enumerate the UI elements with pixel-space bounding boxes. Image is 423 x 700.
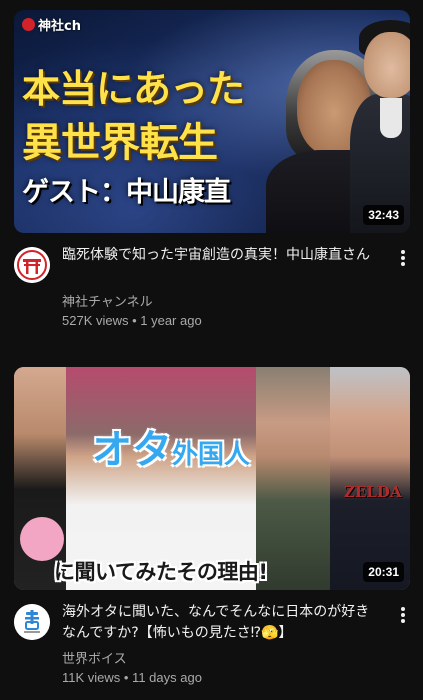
zelda-print: ZELDA [344,483,402,501]
video-feed: 神社ch 本当にあった 異世界転生 ゲスト：中山康直 32:43 臨死体験で知っ… [0,0,423,700]
video-card[interactable]: ZELDA オタ外国人 に聞いてみたその理由! 20:31 海外オタに聞いた、な… [0,367,423,690]
more-vert-icon[interactable] [397,247,409,269]
channel-avatar[interactable] [14,604,50,640]
video-meta: 海外オタに聞いた、なんでそんなに日本のが好きなんですか?【怖いもの見たさ⁉🫣】 … [0,590,423,690]
thumbnail-title-bottom: に聞いてみたその理由! [54,560,268,584]
thumbnail-title-top: オタ外国人 [92,417,250,475]
more-vert-icon[interactable] [397,604,409,626]
video-meta: 臨死体験で知った宇宙創造の真実！中山康直さん 神社チャンネル 527K view… [0,233,423,333]
brand-text: 神社ch [38,19,81,34]
host-shirt [380,98,402,138]
shrine-logo-icon [14,247,50,283]
menu-dot [401,607,405,611]
sekai-voice-logo-icon [14,604,50,640]
duration-badge: 32:43 [363,205,404,225]
channel-name[interactable]: 世界ボイス [62,648,127,667]
video-title[interactable]: 臨死体験で知った宇宙創造の真実！中山康直さん [62,245,380,266]
channel-brand-mark: 神社ch [22,15,81,34]
menu-dot [401,256,405,260]
shrine-logo-icon [22,18,35,31]
menu-dot [401,250,405,254]
channel-avatar[interactable] [14,247,50,283]
video-stats: 527K views • 1 year ago [62,313,202,328]
thumbnail-title-line-2: 異世界転生 [22,120,218,166]
duration-badge: 20:31 [363,562,404,582]
video-card[interactable]: 神社ch 本当にあった 異世界転生 ゲスト：中山康直 32:43 臨死体験で知っ… [0,10,423,333]
thumbnail-title-line-1: 本当にあった [22,67,245,111]
thumbnail-title-small: 外国人 [172,440,251,470]
host-face [364,32,410,98]
thumbnail-guest-line: ゲスト：中山康直 [22,177,231,208]
video-title[interactable]: 海外オタに聞いた、なんでそんなに日本のが好きなんですか?【怖いもの見たさ⁉🫣】 [62,602,380,644]
menu-dot [401,619,405,623]
thumbnail-title-big: オタ [92,427,172,473]
video-thumbnail[interactable]: 神社ch 本当にあった 異世界転生 ゲスト：中山康直 32:43 [14,10,410,233]
video-stats: 11K views • 11 days ago [62,670,202,685]
video-thumbnail[interactable]: ZELDA オタ外国人 に聞いてみたその理由! 20:31 [14,367,410,590]
channel-name[interactable]: 神社チャンネル [62,291,153,310]
menu-dot [401,262,405,266]
menu-dot [401,613,405,617]
